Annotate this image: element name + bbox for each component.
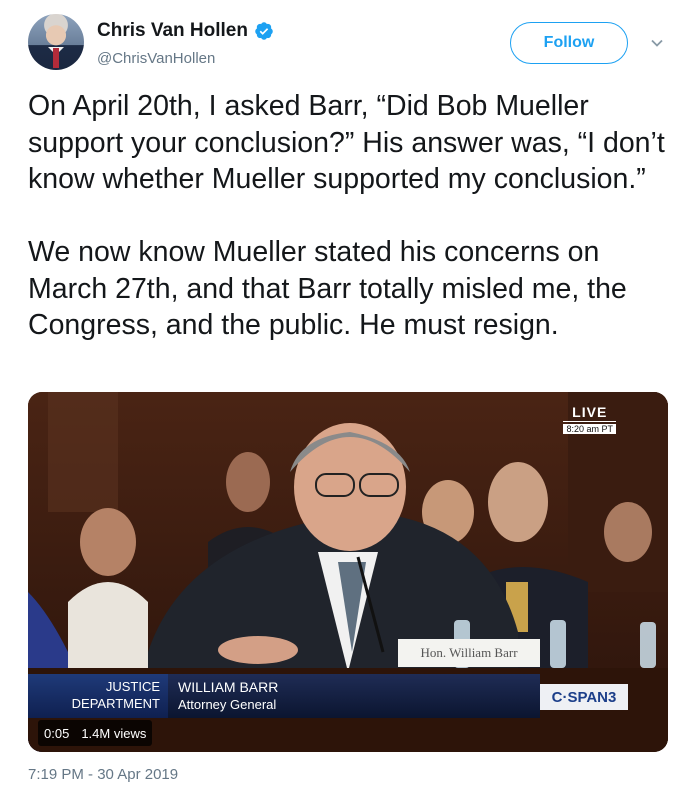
video-stats: 0:05 1.4M views <box>38 720 153 746</box>
chyron-dept-line2: DEPARTMENT <box>71 696 160 711</box>
tweet-text: On April 20th, I asked Barr, “Did Bob Mu… <box>28 90 665 341</box>
chyron-title: Attorney General <box>178 697 277 712</box>
verified-badge-icon <box>255 22 273 40</box>
avatar-tie <box>53 48 59 68</box>
tweet-timestamp[interactable]: 7:19 PM - 30 Apr 2019 <box>28 766 178 783</box>
chevron-down-icon[interactable] <box>650 36 664 50</box>
nameplate: Hon. William Barr <box>398 639 540 667</box>
handle[interactable]: @ChrisVanHollen <box>97 50 215 67</box>
chyron-main: WILLIAM BARR Attorney General <box>168 674 540 718</box>
video-player[interactable]: LIVE 8:20 am PT Hon. William Barr JUSTIC… <box>28 392 668 752</box>
chyron-department: JUSTICE DEPARTMENT <box>28 674 168 718</box>
name-row: Chris Van Hollen <box>97 20 274 42</box>
live-badge: LIVE 8:20 am PT <box>563 404 616 434</box>
display-name[interactable]: Chris Van Hollen <box>97 20 248 42</box>
network-logo: C·SPAN3 <box>540 684 628 710</box>
video-views: 1.4M views <box>81 725 147 741</box>
live-time: 8:20 am PT <box>563 424 616 434</box>
avatar[interactable] <box>28 14 84 70</box>
video-duration: 0:05 <box>44 725 70 741</box>
live-label: LIVE <box>563 404 616 422</box>
chyron-name: WILLIAM BARR <box>178 679 279 695</box>
follow-button[interactable]: Follow <box>510 22 628 64</box>
tweet-header: Chris Van Hollen @ChrisVanHollen Follow <box>28 14 678 74</box>
chyron-dept-line1: JUSTICE <box>105 679 160 694</box>
